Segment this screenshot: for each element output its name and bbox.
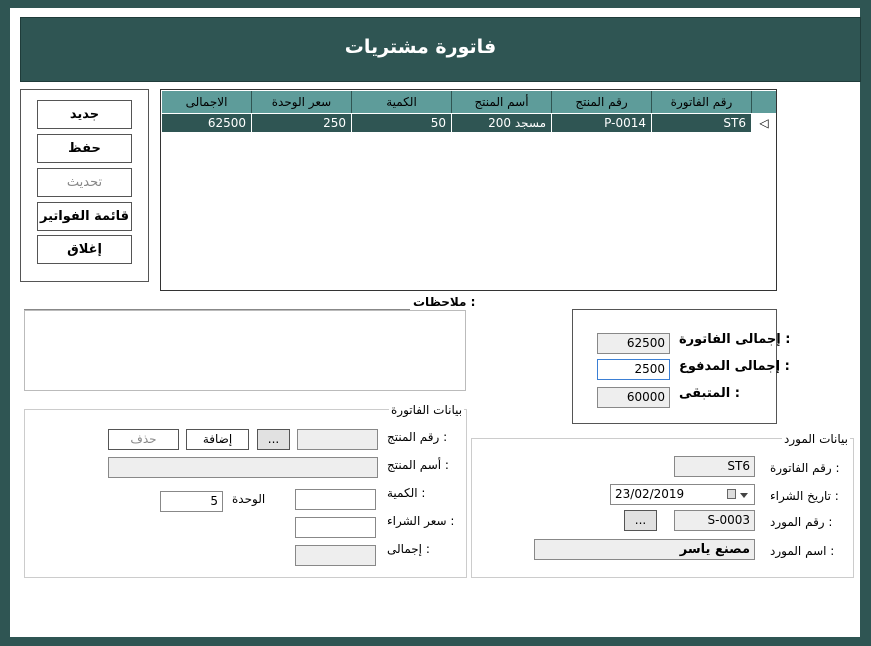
cell-qty[interactable]: 50 xyxy=(352,114,452,132)
row-header-corner xyxy=(752,91,776,113)
delete-button[interactable]: حذف xyxy=(108,429,179,450)
column-header-qty[interactable]: الكمية xyxy=(352,91,452,113)
supplier-invoice-no-field[interactable]: ST6 xyxy=(674,456,755,477)
invoice-total-field[interactable]: 62500 xyxy=(597,333,670,354)
supplier-name-label: اسم المورد : xyxy=(770,544,835,558)
product-name-label: أسم المنتج : xyxy=(387,458,449,472)
add-button[interactable]: إضافة xyxy=(186,429,249,450)
calendar-icon xyxy=(727,489,736,499)
qty-label: الكمية : xyxy=(387,486,426,500)
qty-field[interactable] xyxy=(295,489,376,510)
product-name-field[interactable] xyxy=(108,457,378,478)
unit-field[interactable]: 5 xyxy=(160,491,223,512)
cell-product-no[interactable]: P-0014 xyxy=(552,114,652,132)
new-button[interactable]: جديد xyxy=(37,100,132,129)
supplier-data-title: بيانات المورد xyxy=(782,432,850,446)
purchase-price-field[interactable] xyxy=(295,517,376,538)
cell-product-name[interactable]: مسجد 200 xyxy=(452,114,552,132)
invoice-data-title: بيانات الفاتورة xyxy=(389,403,465,417)
supplier-name-field[interactable]: مصنع ياسر xyxy=(534,539,755,560)
update-button[interactable]: تحديث xyxy=(37,168,132,197)
notes-textarea[interactable] xyxy=(24,310,466,391)
column-header-invoice-no[interactable]: رقم الفاتورة xyxy=(652,91,752,113)
invoice-total-label: إجمالى الفاتورة : xyxy=(679,332,791,347)
purchase-price-label: سعر الشراء : xyxy=(387,514,455,528)
supplier-no-label: رقم المورد : xyxy=(770,515,833,529)
close-button[interactable]: إغلاق xyxy=(37,235,132,264)
cell-invoice-no[interactable]: ST6 xyxy=(652,114,752,132)
product-browse-button[interactable]: ... xyxy=(257,429,290,450)
line-total-label: إجمالى : xyxy=(387,542,430,556)
line-total-field[interactable] xyxy=(295,545,376,566)
invoice-list-button[interactable]: قائمة الفواتير xyxy=(37,202,132,231)
supplier-no-field[interactable]: S-0003 xyxy=(674,510,755,531)
column-header-product-name[interactable]: أسم المنتج xyxy=(452,91,552,113)
totals-panel: إجمالى الفاتورة : 62500 إجمالى المدفوع :… xyxy=(572,309,790,424)
title-bar: فاتورة مشتريات xyxy=(20,17,861,82)
paid-total-label: إجمالى المدفوع : xyxy=(679,359,790,374)
notes-label: ملاحظات : xyxy=(413,295,476,309)
purchase-date-label: تاريخ الشراء : xyxy=(770,489,839,503)
purchase-date-value: 23/02/2019 xyxy=(615,487,685,501)
unit-label: الوحدة xyxy=(232,492,266,506)
chevron-down-icon[interactable] xyxy=(740,493,748,498)
product-no-label: رقم المنتج : xyxy=(387,430,448,444)
column-header-total[interactable]: الاجمالى xyxy=(162,91,252,113)
column-header-unit-price[interactable]: سعر الوحدة xyxy=(252,91,352,113)
invoice-items-grid[interactable]: الاجمالى سعر الوحدة الكمية أسم المنتج رق… xyxy=(160,89,777,291)
actions-panel: جديد حفظ تحديث قائمة الفواتير إغلاق xyxy=(20,89,149,282)
purchase-date-picker[interactable]: 23/02/2019 xyxy=(610,484,755,505)
remaining-field[interactable]: 60000 xyxy=(597,387,670,408)
remaining-label: المتبقى : xyxy=(679,386,740,401)
column-header-product-no[interactable]: رقم المنتج xyxy=(552,91,652,113)
cell-total[interactable]: 62500 xyxy=(162,114,252,132)
paid-total-field[interactable]: 2500 xyxy=(597,359,670,380)
supplier-invoice-no-label: رقم الفاتورة : xyxy=(770,461,840,475)
cell-unit-price[interactable]: 250 xyxy=(252,114,352,132)
row-indicator-icon: ◁ xyxy=(752,114,776,132)
window-title: فاتورة مشتريات xyxy=(344,36,497,58)
save-button[interactable]: حفظ xyxy=(37,134,132,163)
product-no-field[interactable] xyxy=(297,429,378,450)
supplier-browse-button[interactable]: ... xyxy=(624,510,657,531)
